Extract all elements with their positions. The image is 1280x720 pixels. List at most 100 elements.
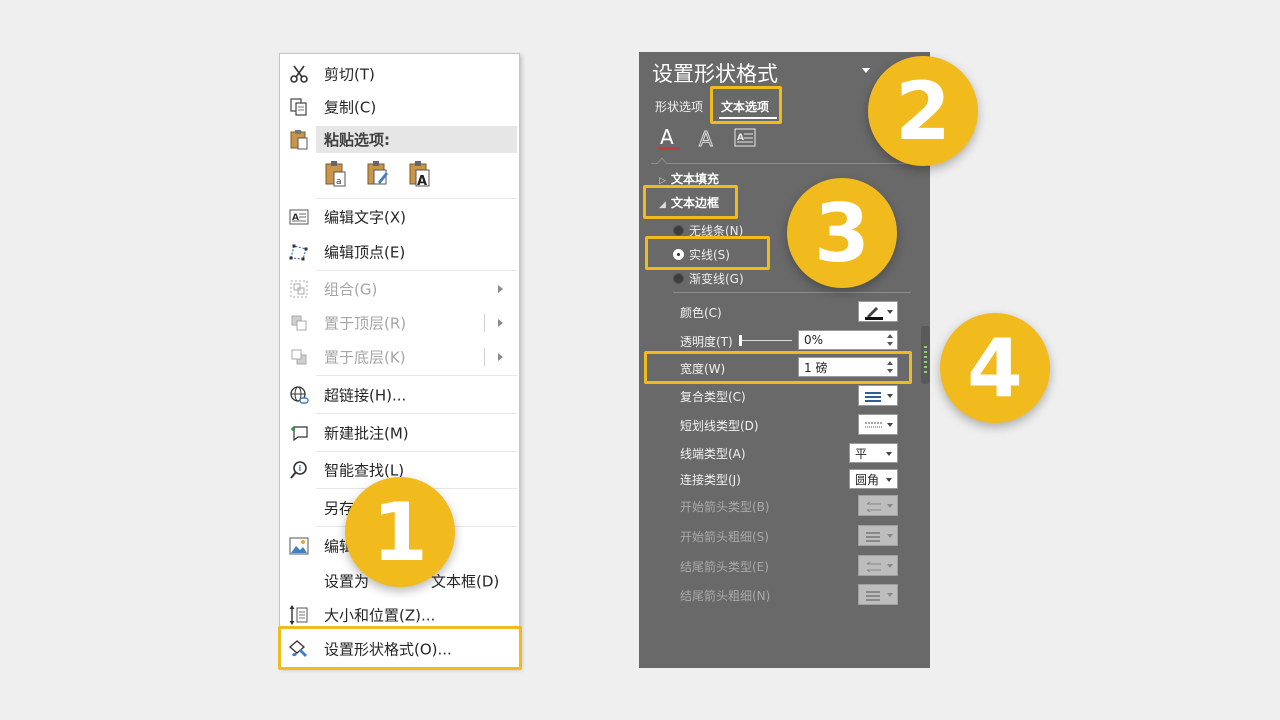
spin-down-icon[interactable] — [887, 342, 893, 346]
dash-type-label: 短划线类型(D) — [680, 419, 759, 433]
end-arrow-type-label: 结尾箭头类型(E) — [680, 560, 769, 574]
menu-item-label: 置于底层(K) — [324, 348, 406, 367]
menu-item-label: 置于顶层(R) — [324, 314, 407, 333]
text-effects-icon[interactable]: A — [695, 126, 719, 152]
split-divider — [484, 314, 485, 332]
menu-item-label: 超链接(H)... — [324, 386, 407, 405]
paste-option-icons: a A — [324, 160, 432, 188]
tab-shape-options[interactable]: 形状选项 — [655, 98, 703, 115]
edit-points-icon — [288, 241, 310, 263]
copy-icon — [288, 96, 310, 118]
transparency-slider-thumb[interactable] — [739, 335, 742, 346]
menu-item-cut[interactable]: 剪切(T) — [280, 58, 519, 90]
chevron-down-icon — [887, 423, 893, 427]
smart-lookup-icon: i — [288, 459, 310, 481]
comment-icon — [288, 422, 310, 444]
highlight-width-row — [644, 351, 912, 384]
compound-lines-icon — [864, 389, 884, 403]
arrow-size-icon — [864, 529, 884, 543]
menu-separator — [316, 270, 517, 271]
step-badge-1: 1 — [345, 477, 455, 587]
paste-destination-theme-icon[interactable]: a — [324, 160, 348, 188]
pen-color-icon — [864, 305, 884, 320]
menu-separator — [316, 451, 517, 452]
menu-separator — [316, 413, 517, 414]
menu-item-edit-text[interactable]: A 编辑文字(X) — [280, 201, 519, 233]
menu-item-bring-to-front[interactable]: 置于顶层(R) — [280, 307, 519, 339]
picture-icon — [288, 535, 310, 557]
bring-front-icon — [288, 312, 310, 334]
transparency-input[interactable]: 0% — [798, 330, 898, 350]
menu-item-edit-points[interactable]: 编辑顶点(E) — [280, 236, 519, 268]
join-type-label: 连接类型(J) — [680, 473, 741, 487]
arrow-type-icon — [864, 559, 884, 573]
pane-scrollbar[interactable] — [921, 326, 930, 384]
step-badge-2: 2 — [868, 56, 978, 166]
section-divider — [673, 292, 911, 293]
menu-item-label: 编辑文字(X) — [324, 208, 406, 227]
menu-item-label: 编辑顶点(E) — [324, 243, 406, 262]
arrow-type-icon — [864, 499, 884, 513]
radio-button[interactable] — [673, 273, 684, 284]
spin-up-icon[interactable] — [887, 334, 893, 338]
menu-item-hyperlink[interactable]: 超链接(H)... — [280, 379, 519, 411]
svg-text:A: A — [699, 127, 713, 151]
menu-item-label: 新建批注(M) — [324, 424, 409, 443]
chevron-down-icon — [887, 310, 893, 314]
text-fill-outline-icon[interactable]: A — [657, 125, 681, 152]
text-box-icon[interactable]: A — [733, 126, 757, 152]
svg-text:A: A — [660, 126, 674, 149]
end-arrow-size-button[interactable] — [858, 584, 898, 605]
radio-gradient-line[interactable]: 渐变线(G) — [673, 270, 744, 287]
dash-lines-icon — [864, 418, 884, 432]
compound-type-label: 复合类型(C) — [680, 390, 746, 404]
begin-arrow-type-button[interactable] — [858, 495, 898, 516]
end-arrow-type-button[interactable] — [858, 555, 898, 576]
menu-item-label: 组合(G) — [324, 280, 378, 299]
menu-item-new-comment[interactable]: 新建批注(M) — [280, 417, 519, 449]
compound-type-button[interactable] — [858, 385, 898, 406]
text-option-icons: A A A — [657, 125, 757, 152]
transparency-slider[interactable] — [742, 340, 792, 341]
submenu-arrow-icon[interactable] — [498, 319, 503, 327]
menu-item-label: 大小和位置(Z)... — [324, 606, 436, 625]
chevron-down-icon — [887, 394, 893, 398]
menu-item-label: 复制(C) — [324, 98, 377, 117]
svg-text:a: a — [336, 177, 342, 187]
color-picker-button[interactable] — [858, 301, 898, 322]
group-icon — [288, 278, 310, 300]
scissors-icon — [288, 63, 310, 85]
step-badge-4: 4 — [940, 313, 1050, 423]
paste-keep-source-icon[interactable] — [366, 160, 390, 188]
radio-button[interactable] — [673, 225, 684, 236]
chevron-down-icon — [886, 478, 892, 482]
send-back-icon — [288, 346, 310, 368]
pane-options-dropdown-icon[interactable] — [862, 68, 870, 73]
highlight-format-shape — [278, 626, 522, 670]
submenu-arrow-icon — [498, 285, 503, 293]
clipboard-icon — [288, 128, 310, 150]
globe-link-icon — [288, 384, 310, 406]
edit-text-icon: A — [288, 206, 310, 228]
arrow-size-icon — [864, 588, 884, 602]
begin-arrow-size-label: 开始箭头粗细(S) — [680, 530, 769, 544]
highlight-text-outline-section — [643, 185, 738, 219]
menu-separator — [316, 375, 517, 376]
dash-type-button[interactable] — [858, 414, 898, 435]
submenu-arrow-icon[interactable] — [498, 353, 503, 361]
cap-type-select[interactable]: 平 — [849, 443, 898, 463]
menu-item-send-to-back[interactable]: 置于底层(K) — [280, 341, 519, 373]
paste-options-header: 粘贴选项: — [316, 126, 517, 153]
menu-item-copy[interactable]: 复制(C) — [280, 91, 519, 123]
menu-item-group[interactable]: 组合(G) — [280, 273, 519, 305]
join-type-select[interactable]: 圆角 — [849, 469, 898, 489]
paste-text-only-icon[interactable]: A — [408, 160, 432, 188]
menu-item-label: 剪切(T) — [324, 65, 375, 84]
begin-arrow-size-button[interactable] — [858, 525, 898, 546]
menu-item-label: 设置为 — [324, 572, 370, 591]
chevron-down-icon — [886, 452, 892, 456]
end-arrow-size-label: 结尾箭头粗细(N) — [680, 589, 771, 603]
begin-arrow-type-label: 开始箭头类型(B) — [680, 500, 770, 514]
size-position-icon — [288, 604, 310, 626]
transparency-label: 透明度(T) — [680, 335, 733, 349]
